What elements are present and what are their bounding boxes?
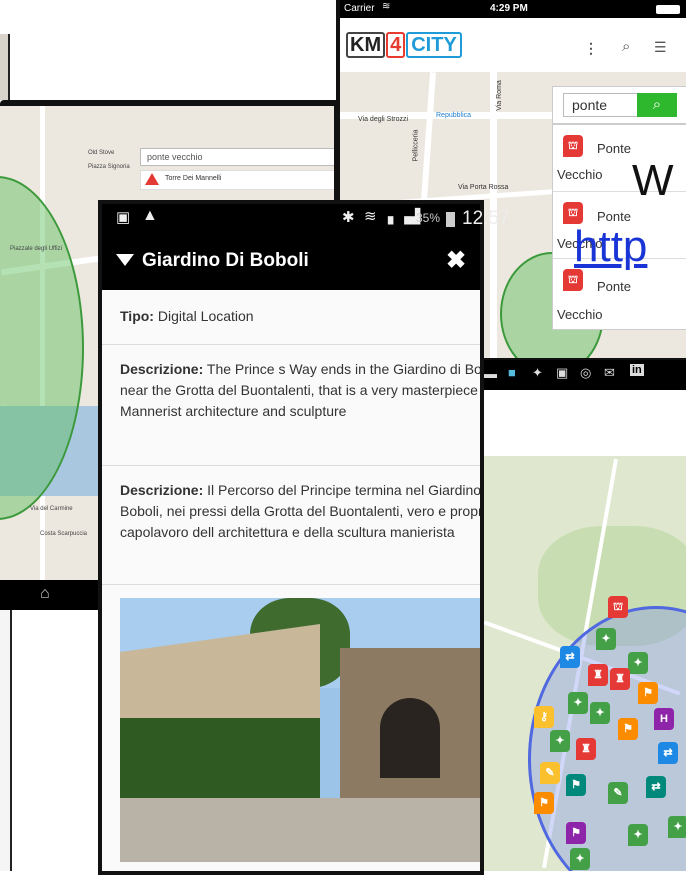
app-icon: ■ (508, 365, 516, 380)
iphone-map-label: Repubblica (436, 112, 472, 119)
popup-title: Giardino Di Boboli (142, 250, 309, 271)
back-map-label: Old Stove (88, 150, 115, 156)
result-line1: Ponte (597, 279, 631, 294)
transport-pin-icon[interactable]: ⇄ (658, 742, 678, 764)
gallery-icon: ▣ (556, 365, 569, 380)
landmark-pin-icon: ⛫ (563, 135, 583, 157)
back-search-input[interactable]: ponte vecchio (140, 148, 334, 166)
list-menu-icon[interactable]: ☰ (654, 39, 667, 56)
service-pin-icon[interactable]: ⚑ (638, 682, 658, 704)
iphone-status-bar: Carrier ≋ 4:29 PM (340, 0, 686, 18)
iphone-search-panel: ponte ⌕ (552, 86, 686, 124)
overlay-link[interactable]: http (574, 222, 647, 272)
tipo-value: Digital Location (153, 308, 254, 324)
tipo-label: Tipo: (120, 308, 154, 324)
overlay-letter-w: W (632, 156, 674, 205)
walking-pin-icon[interactable]: ✦ (590, 702, 610, 724)
collapse-triangle-icon[interactable] (116, 254, 134, 266)
right-phone-map[interactable]: ⛫ ✦ ⇄ ✦ ♜ ♜ ⚑ ⚷ ✦ H ✦ ⚑ ⇄ ✦ ♜ ✎ ⚑ ✎ ⇄ ⚑ … (478, 456, 686, 871)
info-row-description-en: Descrizione: The Prince s Way ends in th… (102, 345, 480, 466)
boboli-garden-photo (120, 598, 480, 862)
monument-pin-icon[interactable]: ⛫ (608, 596, 628, 618)
iphone-time: 4:29 PM (490, 3, 528, 14)
home-icon[interactable]: ⌂ (40, 585, 50, 603)
document-pin-icon[interactable]: ✎ (608, 782, 628, 804)
result-line2: Vecchio (557, 167, 603, 182)
landmark-pin-icon: ⛫ (563, 269, 583, 291)
iphone-map-label: Via Roma (495, 80, 503, 111)
iphone-map-label: Pellicceria (412, 129, 420, 162)
popup-header: Giardino Di Boboli ✖ (102, 234, 480, 290)
linkedin-icon: in (630, 364, 644, 376)
right-phone-status-bar: ▬ ■ ✦ ▣ ◎ ✉ in (478, 360, 686, 390)
iphone-map-label: Via Porta Rossa (458, 184, 509, 191)
result-line1: Ponte (597, 141, 631, 156)
bluetooth-icon: ✱ (342, 209, 355, 226)
transport-pin-icon[interactable]: ⇄ (560, 646, 580, 668)
search-icon[interactable]: ⌕ (622, 38, 630, 55)
walking-pin-icon[interactable]: ✦ (568, 692, 588, 714)
description-label: Descrizione: (120, 482, 204, 498)
service-pin-icon[interactable]: ⚑ (566, 822, 586, 844)
logo-city: CITY (406, 32, 462, 58)
walking-pin-icon[interactable]: ✦ (570, 848, 590, 870)
image-notification-icon: ▣ (116, 209, 131, 226)
logo-km: KM (346, 32, 386, 58)
back-map-label: Via del Carmine (30, 506, 73, 512)
culture-pin-icon[interactable]: ♜ (588, 664, 608, 686)
back-map-label: Piazza Signoria (88, 164, 130, 170)
twitter-icon: ✦ (532, 365, 543, 380)
walking-pin-icon[interactable]: ✦ (628, 652, 648, 674)
back-result-item[interactable]: Torre Dei Mannelli (140, 170, 334, 190)
key-pin-icon[interactable]: ⚷ (534, 706, 554, 728)
voicemail-icon: ◎ (580, 365, 592, 380)
android-status-bar: ▣ ▲ ✱ ≋ ▖▗▟ 35% 12:57 (102, 204, 510, 234)
sport-pin-icon[interactable]: ✦ (550, 730, 570, 752)
back-result-label: Torre Dei Mannelli (165, 175, 222, 182)
iphone-header: KM 4 CITY ⋮ ⌕ ☰ (340, 18, 686, 72)
top-left-fragment (0, 34, 10, 100)
mail-icon: ✉ (604, 365, 615, 380)
result-line2: Vecchio (557, 307, 603, 322)
culture-pin-icon[interactable]: ♜ (610, 668, 630, 690)
wifi-icon: ≋ (382, 1, 391, 12)
close-icon[interactable]: ✖ (446, 246, 466, 275)
hospital-pin-icon[interactable]: H (654, 708, 674, 730)
back-nav-bar: ⌂ (0, 580, 100, 610)
culture-pin-icon[interactable]: ♜ (576, 738, 596, 760)
right-phone-header (478, 390, 686, 456)
bus-pin-icon[interactable]: ⇄ (646, 776, 666, 798)
popup-body: Tipo: Digital Location Descrizione: The … (102, 290, 480, 871)
warning-pin-icon (145, 173, 159, 185)
sport-pin-icon[interactable]: ✦ (668, 816, 686, 838)
shop-pin-icon[interactable]: ⚑ (566, 774, 586, 796)
android-time: 12:57 (462, 208, 510, 229)
chat-icon: ▬ (484, 366, 497, 381)
info-row-tipo: Tipo: Digital Location (102, 290, 480, 345)
km4city-logo[interactable]: KM 4 CITY (346, 32, 462, 58)
search-button[interactable]: ⌕ (637, 93, 677, 117)
logo-four: 4 (386, 32, 406, 58)
education-pin-icon[interactable]: ✎ (540, 762, 560, 784)
battery-percent: 35% (416, 211, 441, 225)
wifi-icon: ≋ (364, 208, 377, 225)
landmark-pin-icon: ⛫ (563, 202, 583, 224)
search-icon: ⌕ (652, 96, 662, 113)
walking-pin-icon[interactable]: ✦ (628, 824, 648, 846)
carrier-label: Carrier (344, 3, 375, 14)
info-row-description-it: Descrizione: Il Percorso del Principe te… (102, 466, 480, 585)
battery-icon (656, 5, 680, 14)
more-menu-icon[interactable]: ⋮ (584, 40, 598, 57)
walking-pin-icon[interactable]: ✦ (596, 628, 616, 650)
shop-pin-icon[interactable]: ⚑ (618, 718, 638, 740)
iphone-map-label: Via degli Strozzi (358, 116, 409, 123)
warning-icon: ▲ (142, 207, 158, 224)
battery-icon (446, 212, 455, 227)
back-map-label: Piazzale degli Uffizi (10, 246, 62, 252)
shop-pin-icon[interactable]: ⚑ (534, 792, 554, 814)
back-map-label: Costa Scarpuccia (40, 531, 88, 537)
iphone-search-input[interactable]: ponte (563, 93, 638, 117)
description-label: Descrizione: (120, 361, 204, 377)
bottom-left-fragment (0, 610, 12, 871)
